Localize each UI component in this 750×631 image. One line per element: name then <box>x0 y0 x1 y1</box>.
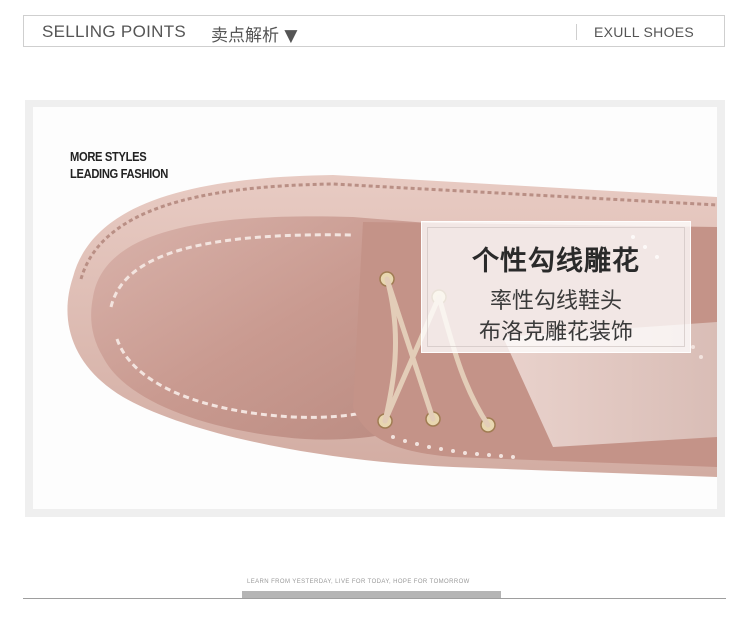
tagline: MORE STYLES LEADING FASHION <box>70 148 168 182</box>
tagline-line: LEADING FASHION <box>70 166 168 181</box>
footer-motto: LEARN FROM YESTERDAY, LIVE FOR TODAY, HO… <box>247 579 470 585</box>
section-title: SELLING POINTS <box>42 22 187 41</box>
footer-accent-bar <box>242 591 501 598</box>
section-subtitle: 卖点解析 ▼ <box>211 26 298 46</box>
feature-card: 个性勾线雕花 率性勾线鞋头 布洛克雕花装饰 <box>421 221 691 353</box>
tagline-line: MORE STYLES <box>70 149 147 164</box>
footer-divider <box>23 598 726 599</box>
product-photo-frame: MORE STYLES LEADING FASHION 个性勾线雕花 率性勾线鞋… <box>25 100 725 517</box>
feature-line: 布洛克雕花装饰 <box>478 320 633 345</box>
feature-line: 率性勾线鞋头 <box>489 289 622 314</box>
feature-title: 个性勾线雕花 <box>472 246 640 277</box>
section-header: SELLING POINTS 卖点解析 ▼ EXULL SHOES <box>23 15 725 47</box>
brand-name: EXULL SHOES <box>594 24 695 40</box>
product-photo: MORE STYLES LEADING FASHION 个性勾线雕花 率性勾线鞋… <box>33 107 717 509</box>
header-divider <box>576 24 577 40</box>
